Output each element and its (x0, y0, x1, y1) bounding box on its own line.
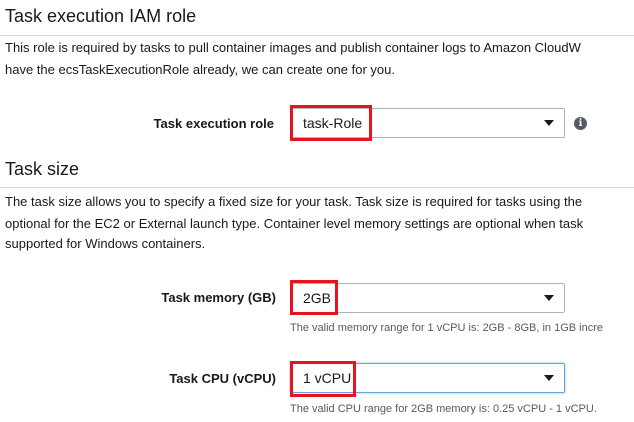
size-description-line-2: optional for the EC2 or External launch … (5, 216, 584, 231)
iam-section-divider (0, 35, 634, 36)
cpu-label: Task CPU (vCPU) (169, 371, 276, 386)
execution-role-select[interactable]: task-Role (290, 108, 565, 138)
size-description-line-3: supported for Windows containers. (5, 236, 206, 251)
memory-label: Task memory (GB) (161, 290, 276, 305)
chevron-down-icon (544, 375, 554, 381)
cpu-hint: The valid CPU range for 2GB memory is: 0… (290, 403, 597, 415)
execution-role-label: Task execution role (153, 116, 274, 131)
memory-value: 2GB (303, 290, 332, 306)
chevron-down-icon (544, 295, 554, 301)
chevron-down-icon (544, 120, 554, 126)
task-definition-form: Task execution IAM role This role is req… (0, 0, 634, 422)
iam-description-line-1: This role is required by tasks to pull c… (5, 40, 581, 55)
size-section-title: Task size (5, 159, 80, 179)
info-icon[interactable]: i (574, 117, 587, 130)
execution-role-value: task-Role (303, 115, 363, 131)
cpu-select[interactable]: 1 vCPU (290, 363, 565, 393)
iam-description-line-2: have the ecsTaskExecutionRole already, w… (5, 62, 395, 77)
cpu-value: 1 vCPU (303, 370, 352, 386)
memory-hint: The valid memory range for 1 vCPU is: 2G… (290, 322, 604, 334)
memory-select[interactable]: 2GB (290, 283, 565, 313)
size-description-line-1: The task size allows you to specify a fi… (5, 194, 583, 209)
size-section-divider (0, 187, 634, 188)
iam-section-title: Task execution IAM role (5, 6, 197, 26)
